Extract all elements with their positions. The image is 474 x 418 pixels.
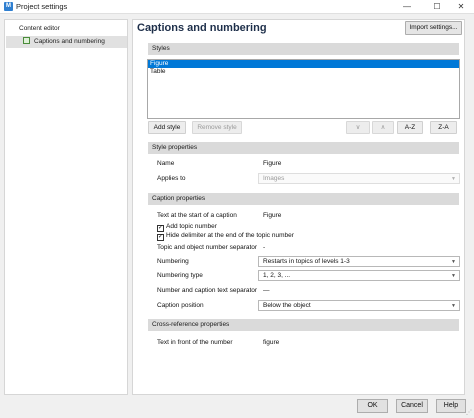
ok-button[interactable]: OK (357, 399, 388, 413)
text-start-field[interactable]: Figure (258, 210, 460, 221)
numbering-type-value: 1, 2, 3, ... (263, 272, 291, 279)
style-properties-header: Style properties (148, 142, 459, 154)
text-separator-label: Number and caption text separator (157, 287, 258, 294)
caption-properties-header: Caption properties (148, 193, 459, 205)
checkbox-label: Add topic number (166, 223, 217, 230)
caption-position-value: Below the object (263, 302, 311, 309)
list-item[interactable]: Table (148, 68, 459, 76)
applies-to-value: Images (263, 175, 285, 182)
checkbox-checked-icon: ✓ (157, 225, 164, 232)
add-topic-number-checkbox[interactable]: ✓ Add topic number (157, 223, 217, 232)
sort-za-button[interactable]: Z-A (430, 121, 457, 134)
chevron-down-icon: ▼ (451, 303, 456, 309)
close-button[interactable]: ✕ (448, 0, 474, 14)
applies-to-select[interactable]: Images ▼ (258, 173, 460, 184)
cancel-button[interactable]: Cancel (396, 399, 428, 413)
text-separator-field[interactable]: — (258, 285, 460, 296)
separator-field[interactable]: - (258, 242, 460, 253)
chevron-down-icon: ▼ (451, 273, 456, 279)
styles-list[interactable]: Figure Table (147, 59, 460, 119)
add-style-button[interactable]: Add style (148, 121, 186, 134)
text-start-label: Text at the start of a caption (157, 212, 237, 219)
chevron-down-icon: ▼ (451, 176, 456, 182)
minimize-button[interactable]: — (394, 0, 420, 14)
cross-reference-header: Cross-reference properties (148, 319, 459, 331)
hide-delimiter-checkbox[interactable]: ✓ Hide delimiter at the end of the topic … (157, 232, 294, 241)
chevron-down-icon: ▼ (451, 259, 456, 265)
window-title: Project settings (16, 2, 68, 11)
numbering-type-label: Numbering type (157, 272, 203, 279)
numbering-select[interactable]: Restarts in topics of levels 1-3 ▼ (258, 256, 460, 267)
resize-grip-icon[interactable]: ⋰ (466, 409, 472, 416)
tree-item-captions-and-numbering[interactable]: Captions and numbering (6, 36, 127, 48)
name-label: Name (157, 160, 175, 167)
text-in-front-field[interactable]: figure (258, 337, 460, 348)
applies-to-label: Applies to (157, 175, 186, 182)
numbering-type-select[interactable]: 1, 2, 3, ... ▼ (258, 270, 460, 281)
help-button[interactable]: Help (436, 399, 466, 413)
checkbox-label: Hide delimiter at the end of the topic n… (166, 232, 294, 239)
text-in-front-label: Text in front of the number (157, 339, 233, 346)
numbering-value: Restarts in topics of levels 1-3 (263, 258, 350, 265)
move-down-button[interactable]: ∨ (346, 121, 370, 134)
tree-item-content-editor[interactable]: Content editor (8, 23, 126, 35)
move-up-button[interactable]: ∧ (372, 121, 394, 134)
separator-label: Topic and object number separator (157, 244, 258, 251)
maximize-button[interactable]: ☐ (424, 0, 450, 14)
styles-section-header: Styles (148, 43, 459, 55)
app-icon: M (4, 2, 13, 11)
checkbox-checked-icon: ✓ (157, 234, 164, 241)
list-item[interactable]: Figure (148, 60, 459, 68)
tree-item-label: Captions and numbering (34, 38, 105, 45)
caption-position-label: Caption position (157, 302, 204, 309)
numbering-label: Numbering (157, 258, 189, 265)
import-settings-button[interactable]: Import settings... (405, 21, 462, 35)
blank-icon (8, 24, 15, 31)
caption-position-select[interactable]: Below the object ▼ (258, 300, 460, 311)
remove-style-button[interactable]: Remove style (192, 121, 242, 134)
page-title: Captions and numbering (137, 22, 267, 34)
name-field[interactable]: Figure (258, 158, 460, 169)
sort-az-button[interactable]: A-Z (397, 121, 423, 134)
tree-item-label: Content editor (19, 25, 60, 32)
settings-tree: Content editor Captions and numbering (4, 19, 128, 395)
image-settings-icon (23, 37, 30, 44)
